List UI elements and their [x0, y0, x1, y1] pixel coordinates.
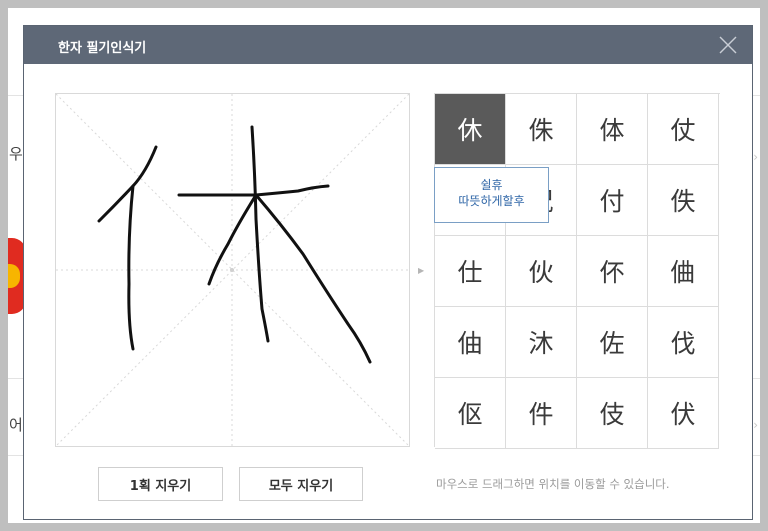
- candidate-cell[interactable]: 伏: [648, 378, 719, 449]
- hanja-handwriting-dialog: 한자 필기인식기 ▶ 休 侏 体 仗 付 佚 仕 伙 伓 㑋 伷 沐 佐 伐 伛…: [23, 25, 753, 520]
- canvas-center-dot: [230, 268, 234, 272]
- candidate-cell[interactable]: 体: [577, 94, 648, 165]
- candidate-cell[interactable]: 伎: [577, 378, 648, 449]
- candidate-cell[interactable]: 㑋: [648, 236, 719, 307]
- hanja-tooltip: 쉴휴 따뜻하게할후: [434, 167, 549, 223]
- candidate-cell[interactable]: 付: [577, 165, 648, 236]
- candidate-cell[interactable]: 仕: [435, 236, 506, 307]
- background-text-top: 우: [9, 145, 23, 163]
- candidate-cell[interactable]: 佐: [577, 307, 648, 378]
- stroke-2: [127, 184, 135, 351]
- candidate-cell[interactable]: 伷: [435, 307, 506, 378]
- stroke-4: [250, 125, 270, 343]
- erase-all-button[interactable]: 모두 지우기: [239, 467, 363, 501]
- tooltip-meaning-2: 따뜻하게할후: [458, 194, 525, 208]
- pad-arrow-icon: ▶: [418, 266, 425, 275]
- candidate-cell[interactable]: 侏: [506, 94, 577, 165]
- handwritten-strokes: [97, 125, 372, 364]
- candidate-cell[interactable]: 沐: [506, 307, 577, 378]
- candidate-cell[interactable]: 佚: [648, 165, 719, 236]
- candidate-cell[interactable]: 仗: [648, 94, 719, 165]
- background-text-bottom: 어: [9, 416, 23, 434]
- drag-hint-text: 마우스로 드래그하면 위치를 이동할 수 있습니다.: [436, 477, 670, 491]
- close-icon[interactable]: [718, 35, 738, 55]
- candidate-grid: 休侏体仗㐲㑆付佚仕伙伓㑋伷沐佐伐伛件伎伏: [434, 93, 720, 449]
- stroke-3: [177, 184, 330, 197]
- dialog-titlebar[interactable]: 한자 필기인식기: [24, 26, 752, 64]
- handwriting-canvas[interactable]: [55, 93, 410, 447]
- candidate-cell[interactable]: 休: [435, 94, 506, 165]
- chevron-right-icon: ›: [753, 418, 758, 432]
- candidate-cell[interactable]: 伙: [506, 236, 577, 307]
- candidate-cell[interactable]: 伓: [577, 236, 648, 307]
- erase-one-stroke-button[interactable]: 1획 지우기: [98, 467, 223, 501]
- candidate-cell[interactable]: 伛: [435, 378, 506, 449]
- chevron-right-icon: ›: [753, 150, 758, 164]
- stroke-6: [254, 193, 372, 364]
- tooltip-meaning: 쉴휴: [480, 178, 503, 192]
- dialog-title: 한자 필기인식기: [58, 41, 147, 56]
- candidate-cell[interactable]: 伐: [648, 307, 719, 378]
- candidate-cell[interactable]: 件: [506, 378, 577, 449]
- stroke-1: [97, 145, 158, 223]
